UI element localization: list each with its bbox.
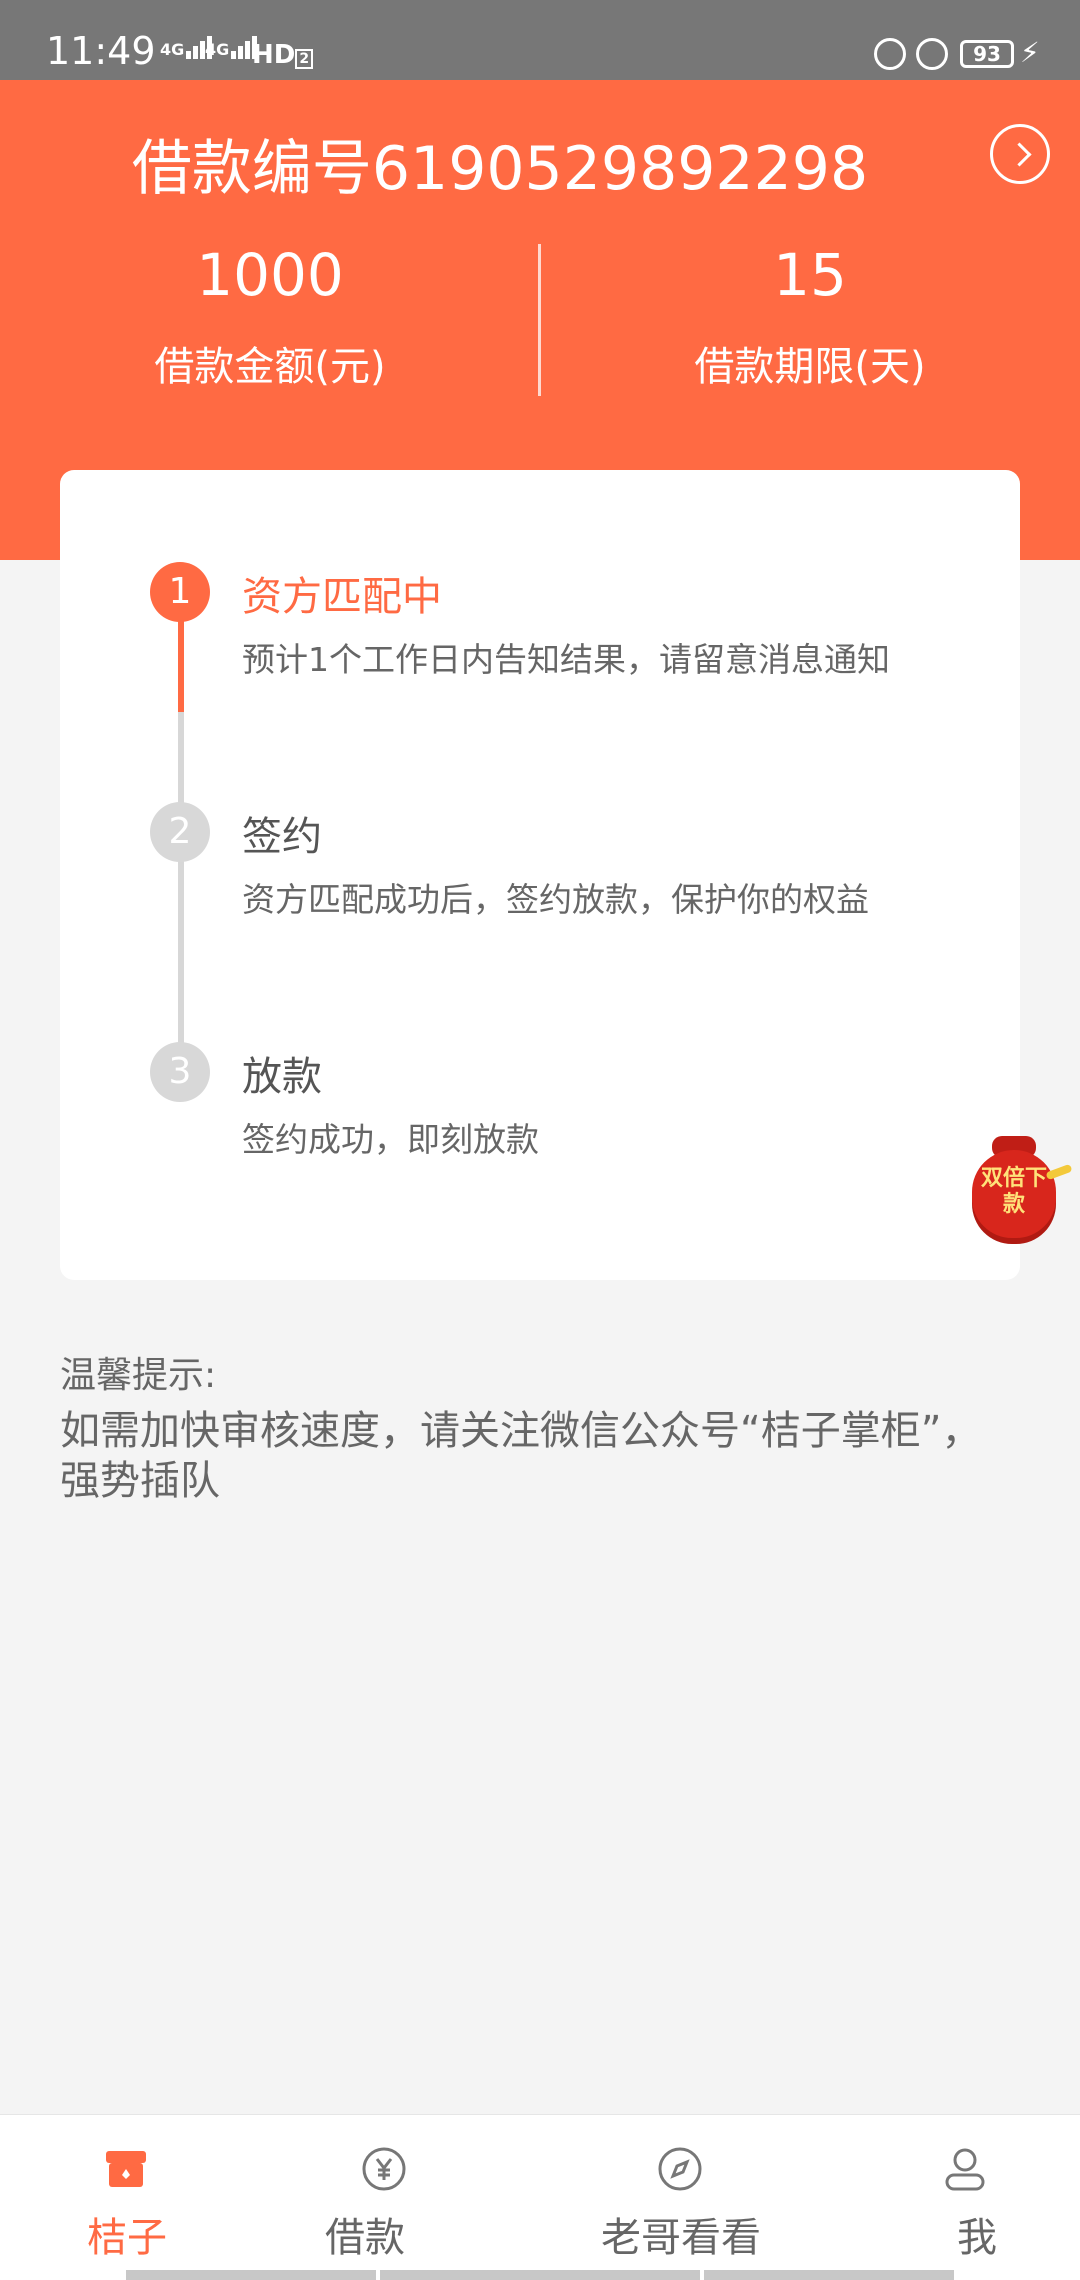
home-indicator-right <box>704 2270 954 2280</box>
loan-amount-stat: 1000 借款金额(元) <box>0 240 540 392</box>
signal-label-2: 4G <box>205 40 230 59</box>
step-number-2: 2 <box>150 802 210 862</box>
step-number-3: 3 <box>150 1042 210 1102</box>
step-title-2: 签约 <box>242 814 322 860</box>
home-indicator-middle <box>380 2270 700 2280</box>
loan-term-stat: 15 借款期限(天) <box>540 240 1080 392</box>
battery-icon: 93 <box>960 40 1014 68</box>
step-desc-2: 资方匹配成功后，签约放款，保护你的权益 <box>242 880 869 919</box>
nav-label-me: 我 <box>957 2215 997 2261</box>
yen-icon <box>362 2147 406 2191</box>
alarm-icon <box>916 38 948 70</box>
nav-item-loan[interactable]: 借款 <box>250 2115 520 2265</box>
hd-icon: HD 2 <box>252 40 314 70</box>
hd-label: HD <box>252 40 296 70</box>
loan-amount-value: 1000 <box>196 241 344 309</box>
loan-term-value: 15 <box>773 241 847 309</box>
step-title-1: 资方匹配中 <box>242 574 442 620</box>
status-bar: 11:49 4G 4G HD 2 93 ⚡ <box>0 0 1080 80</box>
step-desc-3: 签约成功，即刻放款 <box>242 1120 539 1159</box>
lock-rotation-icon <box>874 38 906 70</box>
loan-amount-label: 借款金额(元) <box>154 344 386 390</box>
nav-label-juzi: 桔子 <box>87 2215 167 2261</box>
tips-title: 温馨提示: <box>60 1355 217 1396</box>
charging-icon: ⚡ <box>1020 36 1040 69</box>
loan-number-title: 借款编号6190529892298 <box>131 134 869 204</box>
status-time: 11:49 <box>46 29 156 73</box>
tips-body: 如需加快审核速度，请关注微信公众号“桔子掌柜”，强势插队 <box>60 1408 982 1504</box>
nav-item-me[interactable]: 我 <box>828 2115 1080 2265</box>
red-packet-promo[interactable]: 双倍下款 <box>970 1130 1073 1240</box>
user-icon <box>945 2148 985 2191</box>
nav-label-laoge: 老哥看看 <box>601 2215 761 2261</box>
step-title-3: 放款 <box>242 1054 322 1100</box>
step-desc-1: 预计1个工作日内告知结果，请留意消息通知 <box>242 640 890 679</box>
bottom-nav: 桔子 借款 老哥看看 我 <box>0 2114 1080 2280</box>
nav-label-loan: 借款 <box>325 2215 405 2261</box>
signal-label-1: 4G <box>160 40 185 59</box>
hd-sub-label: 2 <box>295 49 314 69</box>
step-number-1: 1 <box>150 562 210 622</box>
nav-item-laoge[interactable]: 老哥看看 <box>546 2115 816 2265</box>
chevron-right-icon[interactable] <box>990 124 1050 184</box>
compass-icon <box>658 2147 702 2191</box>
red-packet-text: 双倍下款 <box>980 1166 1047 1217</box>
loan-term-label: 借款期限(天) <box>694 344 926 390</box>
home-indicator-left <box>126 2270 376 2280</box>
store-icon <box>106 2151 146 2187</box>
